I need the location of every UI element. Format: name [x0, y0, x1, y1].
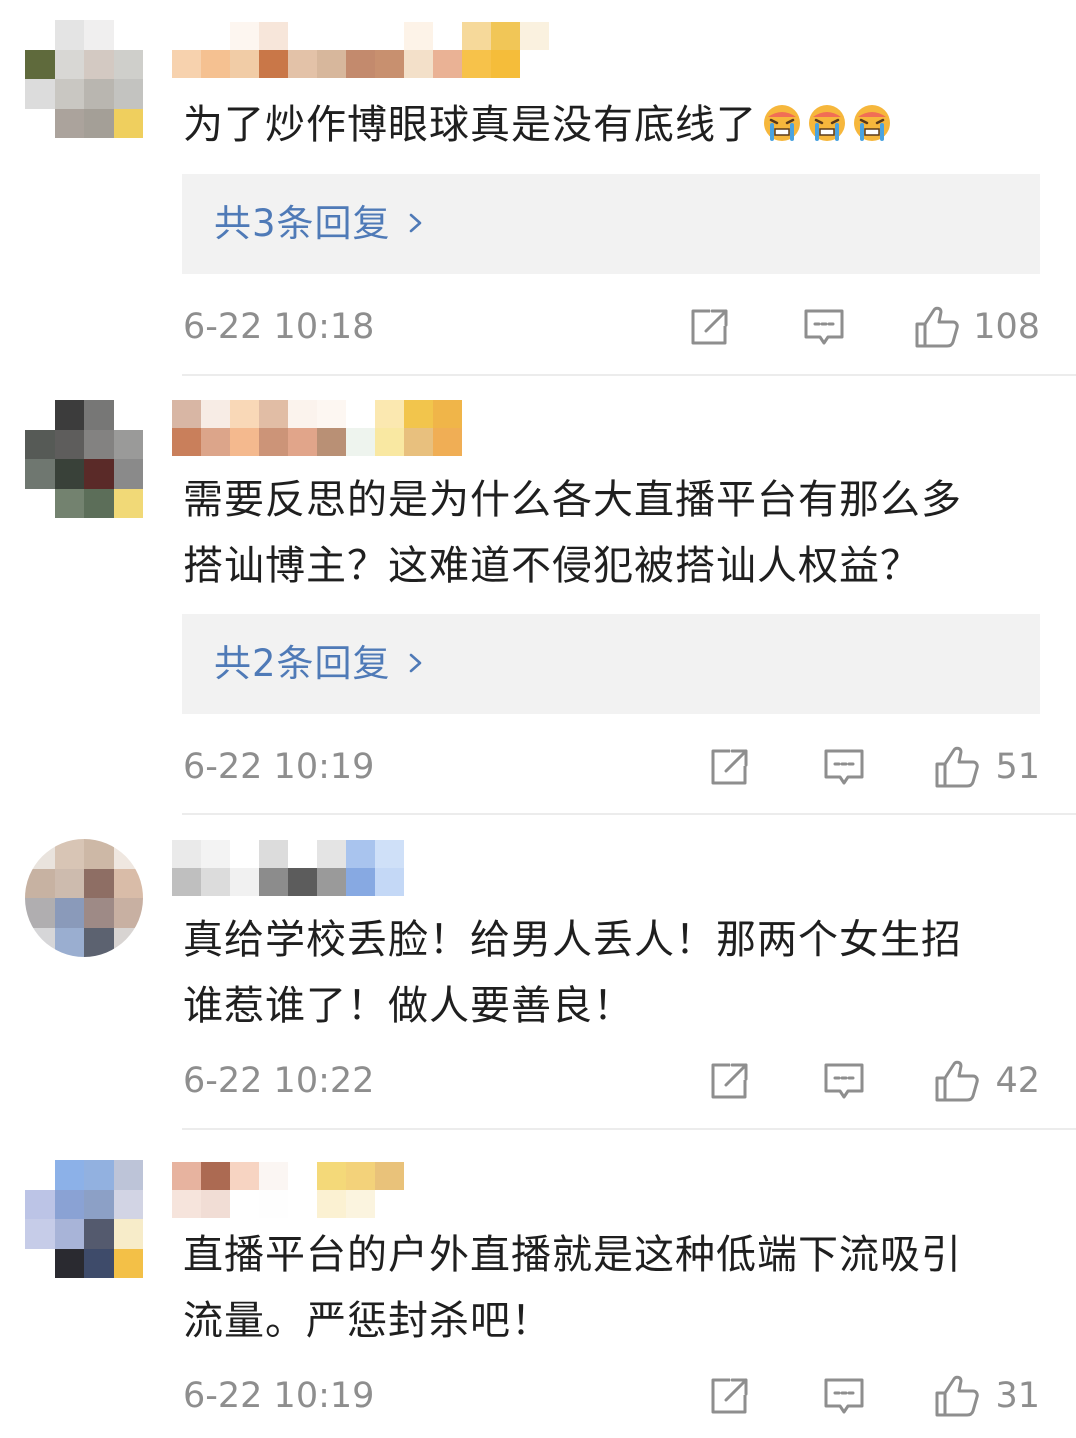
like-count: 31	[995, 1376, 1040, 1416]
replies-label: 共3条回复	[214, 202, 391, 245]
username-obscured[interactable]	[172, 22, 549, 78]
comment-icon[interactable]	[802, 306, 846, 348]
comment-item: 需要反思的是为什么各大直播平台有那么多 搭讪博主？这难道不侵犯被搭讪人权益？ 共…	[0, 376, 1076, 815]
view-replies-button[interactable]: 共3条回复	[182, 174, 1040, 274]
avatar[interactable]	[25, 1160, 143, 1278]
like-icon[interactable]	[933, 1058, 981, 1104]
like-icon[interactable]	[933, 1373, 981, 1419]
chevron-right-icon	[409, 653, 422, 673]
comment-icon[interactable]	[822, 746, 866, 788]
comment-text: 为了炒作博眼球真是没有底线了	[183, 92, 1053, 158]
comment-icon[interactable]	[822, 1375, 866, 1417]
comment-item: 真给学校丢脸！给男人丢人！那两个女生招 谁惹谁了！做人要善良！ 6-22 10:…	[0, 815, 1076, 1130]
comment-footer: 6-22 10:18 108	[183, 297, 1040, 357]
share-icon[interactable]	[708, 1060, 752, 1102]
avatar[interactable]	[25, 400, 143, 518]
share-icon[interactable]	[708, 1375, 752, 1417]
chevron-right-icon	[409, 213, 422, 233]
comment-footer: 6-22 10:19 51	[183, 737, 1040, 797]
avatar[interactable]	[25, 20, 143, 138]
comment-time: 6-22 10:19	[183, 1376, 375, 1416]
like-count: 42	[995, 1061, 1040, 1101]
comment-time: 6-22 10:22	[183, 1061, 375, 1101]
comment-footer: 6-22 10:19 31	[183, 1366, 1040, 1426]
comment-footer: 6-22 10:22 42	[183, 1051, 1040, 1111]
replies-label: 共2条回复	[214, 642, 391, 685]
username-obscured[interactable]	[172, 1162, 578, 1218]
sob-icon	[852, 97, 892, 141]
comment-text: 需要反思的是为什么各大直播平台有那么多 搭讪博主？这难道不侵犯被搭讪人权益？	[183, 477, 962, 589]
sob-icon	[762, 97, 802, 141]
comment-text: 直播平台的户外直播就是这种低端下流吸引 流量。严惩封杀吧！	[183, 1232, 962, 1344]
view-replies-button[interactable]: 共2条回复	[182, 614, 1040, 714]
sob-icon	[807, 97, 847, 141]
like-count: 108	[973, 307, 1040, 347]
comment-time: 6-22 10:19	[183, 747, 375, 787]
like-icon[interactable]	[913, 304, 961, 350]
like-count: 51	[995, 747, 1040, 787]
share-icon[interactable]	[708, 746, 752, 788]
comment-item: 为了炒作博眼球真是没有底线了 共3条回复 6-22 10:18 108	[0, 0, 1076, 376]
like-icon[interactable]	[933, 744, 981, 790]
username-obscured[interactable]	[172, 400, 578, 456]
avatar[interactable]	[25, 839, 143, 957]
comment-icon[interactable]	[822, 1060, 866, 1102]
comment-item: 直播平台的户外直播就是这种低端下流吸引 流量。严惩封杀吧！ 6-22 10:19…	[0, 1130, 1076, 1438]
comment-time: 6-22 10:18	[183, 307, 375, 347]
comment-text-body: 为了炒作博眼球真是没有底线了	[183, 102, 757, 148]
username-obscured[interactable]	[172, 840, 578, 896]
share-icon[interactable]	[688, 306, 732, 348]
comment-text: 真给学校丢脸！给男人丢人！那两个女生招 谁惹谁了！做人要善良！	[183, 917, 962, 1029]
